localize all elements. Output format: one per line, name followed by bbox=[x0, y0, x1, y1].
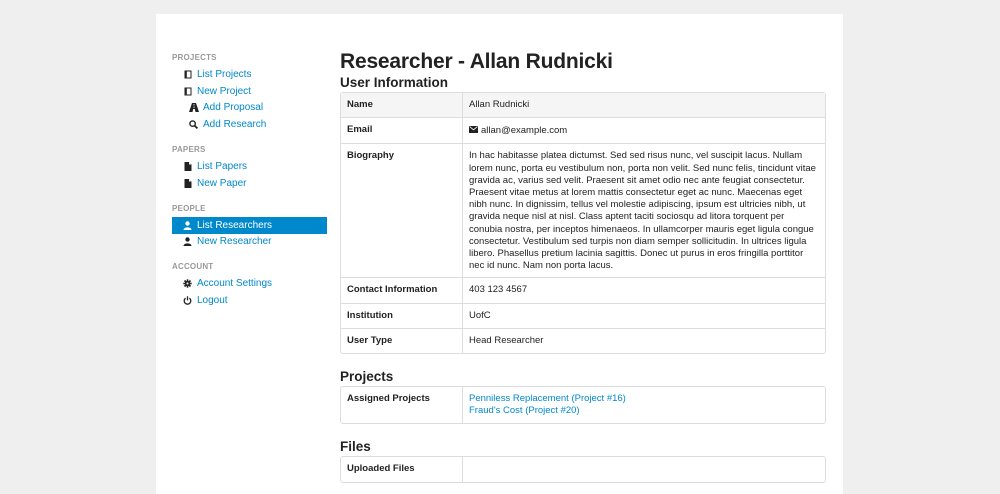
user-type-value: Head Researcher bbox=[463, 327, 825, 353]
book-icon bbox=[182, 87, 193, 96]
envelope-icon bbox=[469, 124, 478, 136]
project-link[interactable]: Penniless Replacement (Project #16) bbox=[469, 393, 626, 404]
sidebar-item-label: List Researchers bbox=[197, 219, 273, 231]
sidebar-item-list-researchers[interactable]: List Researchers bbox=[172, 216, 327, 234]
projects-heading: Projects bbox=[340, 369, 394, 385]
sidebar-item-label: New Project bbox=[197, 85, 251, 97]
contact-value: 403 123 4567 bbox=[463, 277, 825, 302]
sidebar-item-add-research[interactable]: Add Research bbox=[172, 116, 327, 133]
table-row: Contact Information 403 123 4567 bbox=[341, 277, 825, 303]
assigned-projects-label: Assigned Projects bbox=[341, 387, 463, 424]
file-icon bbox=[182, 178, 193, 188]
sidebar-item-new-paper[interactable]: New Paper bbox=[172, 175, 327, 192]
nav-header-papers: PAPERS bbox=[172, 145, 206, 155]
nav-group-account: ACCOUNT Account Settings Logout bbox=[172, 261, 327, 309]
sidebar-item-label: New Researcher bbox=[197, 236, 272, 248]
name-value: Allan Rudnicki bbox=[463, 93, 825, 118]
sidebar-item-logout[interactable]: Logout bbox=[172, 292, 327, 309]
table-row: Assigned Projects Penniless Replacement … bbox=[341, 387, 825, 424]
road-icon bbox=[188, 103, 199, 113]
user-type-label: User Type bbox=[341, 327, 463, 354]
sidebar-item-label: Account Settings bbox=[197, 278, 273, 290]
table-row: Uploaded Files bbox=[341, 457, 825, 482]
biography-label: Biography bbox=[341, 143, 463, 278]
sidebar-item-new-project[interactable]: New Project bbox=[172, 83, 327, 100]
nav-header-projects: PROJECTS bbox=[172, 53, 217, 62]
table-row: User Type Head Researcher bbox=[341, 327, 825, 354]
user-info-table: Name Allan Rudnicki Email allan@example.… bbox=[340, 92, 826, 355]
nav-group-papers: PAPERS List Papers New Paper bbox=[172, 144, 327, 192]
sidebar-item-list-papers[interactable]: List Papers bbox=[172, 158, 327, 175]
table-row: Name Allan Rudnicki bbox=[341, 93, 825, 118]
sidebar-item-add-proposal[interactable]: Add Proposal bbox=[172, 100, 327, 117]
table-row: Biography In hac habitasse platea dictum… bbox=[341, 143, 825, 278]
sidebar-item-new-researcher[interactable]: New Researcher bbox=[172, 234, 327, 251]
uploaded-files-label: Uploaded Files bbox=[341, 457, 463, 482]
project-link[interactable]: Fraud's Cost (Project #20) bbox=[469, 405, 580, 416]
nav-group-projects: PROJECTS List Projects New Project Add P… bbox=[172, 52, 327, 133]
sidebar-nav: PROJECTS List Projects New Project Add P… bbox=[172, 52, 327, 320]
sidebar-item-label: List Papers bbox=[197, 161, 248, 173]
sidebar-item-account-settings[interactable]: Account Settings bbox=[172, 275, 327, 292]
nav-group-people: PEOPLE List Researchers New Researcher bbox=[172, 203, 327, 251]
sidebar-item-label: List Projects bbox=[197, 68, 252, 80]
nav-header-account: ACCOUNT bbox=[172, 262, 214, 272]
user-information-heading: User Information bbox=[340, 75, 449, 90]
search-icon bbox=[188, 120, 199, 130]
nav-header-people: PEOPLE bbox=[172, 203, 206, 213]
sidebar-item-list-projects[interactable]: List Projects bbox=[172, 66, 327, 83]
sidebar-item-label: Add Research bbox=[203, 119, 267, 131]
name-label: Name bbox=[341, 93, 463, 118]
table-row: Email allan@example.com bbox=[341, 117, 825, 144]
email-label: Email bbox=[341, 117, 463, 144]
sidebar-item-label: New Paper bbox=[197, 177, 247, 189]
files-table: Uploaded Files bbox=[340, 456, 826, 483]
email-cell: allan@example.com bbox=[463, 117, 825, 143]
page-container: PROJECTS List Projects New Project Add P… bbox=[156, 14, 843, 494]
sidebar-item-label: Logout bbox=[197, 295, 228, 307]
institution-label: Institution bbox=[341, 302, 463, 328]
table-row: Institution UofC bbox=[341, 302, 825, 328]
biography-value: In hac habitasse platea dictumst. Sed se… bbox=[463, 143, 825, 277]
files-heading: Files bbox=[340, 439, 371, 455]
assigned-projects-cell: Penniless Replacement (Project #16) Frau… bbox=[463, 387, 825, 423]
page-title: Researcher - Allan Rudnicki bbox=[340, 50, 613, 73]
file-icon bbox=[182, 162, 193, 172]
cog-icon bbox=[182, 279, 193, 288]
main-content: Researcher - Allan Rudnicki User Informa… bbox=[340, 50, 826, 483]
user-icon bbox=[182, 220, 193, 230]
book-icon bbox=[182, 70, 193, 79]
email-value: allan@example.com bbox=[481, 125, 568, 137]
projects-table: Assigned Projects Penniless Replacement … bbox=[340, 386, 826, 425]
contact-label: Contact Information bbox=[341, 277, 463, 303]
institution-value: UofC bbox=[463, 302, 825, 328]
power-icon bbox=[182, 296, 193, 305]
user-icon bbox=[182, 237, 193, 247]
uploaded-files-value bbox=[463, 457, 825, 481]
sidebar-item-label: Add Proposal bbox=[203, 102, 264, 114]
